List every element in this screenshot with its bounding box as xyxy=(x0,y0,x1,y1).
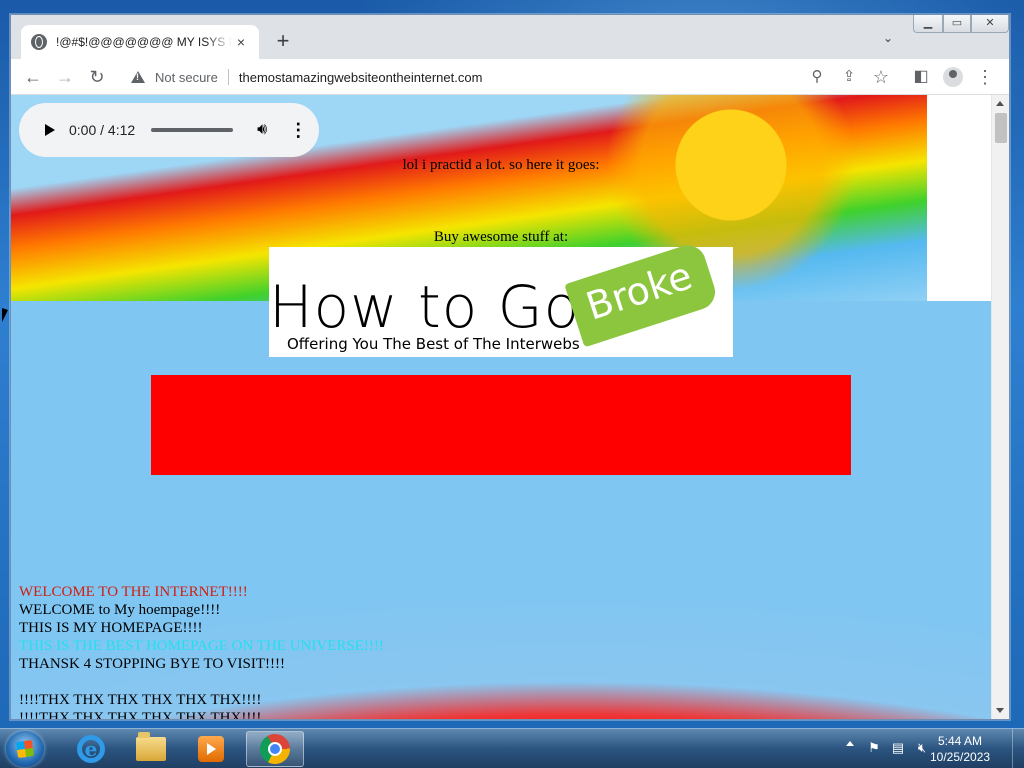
security-label[interactable]: Not secure xyxy=(155,70,218,85)
show-desktop-button[interactable] xyxy=(1012,729,1024,768)
red-banner xyxy=(151,375,851,475)
volume-icon[interactable]: 🔊︎ xyxy=(257,121,267,139)
taskbar-media-player[interactable] xyxy=(182,731,240,767)
star-icon[interactable]: ☆ xyxy=(869,65,893,89)
internet-explorer-icon: e xyxy=(77,735,105,763)
audio-time: 0:00 / 4:12 xyxy=(69,122,136,138)
maximize-button[interactable]: ▭ xyxy=(943,15,971,33)
network-icon[interactable]: ▤ xyxy=(890,741,906,755)
scroll-up-icon[interactable] xyxy=(996,101,1004,106)
close-icon: ✕ xyxy=(985,17,995,29)
audio-options-icon[interactable]: ⋮ xyxy=(289,120,307,141)
reload-icon[interactable]: ↻ xyxy=(85,65,109,89)
logo-main-text: How to Go xyxy=(269,273,581,341)
browser-toolbar: ← → ↻ Not secure themostamazingwebsiteon… xyxy=(11,59,1009,95)
taskbar-explorer[interactable] xyxy=(122,731,180,767)
globe-icon xyxy=(31,34,47,50)
welcome-line: THIS IS MY HOMEPAGE!!!! xyxy=(19,619,384,637)
tab-search-chevron-icon[interactable]: ⌄ xyxy=(883,31,893,45)
file-explorer-icon xyxy=(136,732,166,761)
page-viewport: 0:00 / 4:12 🔊︎ ⋮ lol i practid a lot. so… xyxy=(11,95,991,719)
scroll-down-icon[interactable] xyxy=(996,708,1004,713)
play-icon[interactable] xyxy=(45,124,55,136)
minimize-button[interactable]: ▁ xyxy=(913,15,943,33)
url-text[interactable]: themostamazingwebsiteontheinternet.com xyxy=(239,70,483,85)
address-bar[interactable]: Not secure themostamazingwebsiteontheint… xyxy=(121,63,901,91)
search-icon[interactable]: ⚲ xyxy=(805,65,829,89)
maximize-icon: ▭ xyxy=(951,17,963,29)
taskbar-ie[interactable]: e xyxy=(62,731,120,767)
how-to-go-broke-logo[interactable]: How to Go Broke Offering You The Best of… xyxy=(269,240,733,357)
profile-avatar-icon[interactable] xyxy=(943,67,963,87)
tab-active[interactable]: !@#$!@@@@@@@ MY ISYS PR × xyxy=(21,25,259,59)
volume-muted-icon[interactable]: 🔇︎ xyxy=(914,741,930,755)
forward-arrow-icon[interactable]: → xyxy=(53,65,77,89)
tab-title: !@#$!@@@@@@@ MY ISYS PR xyxy=(56,35,232,49)
menu-kebab-icon[interactable]: ⋮ xyxy=(973,65,997,89)
new-tab-button[interactable]: + xyxy=(271,29,295,53)
back-arrow-icon[interactable]: ← xyxy=(21,65,45,89)
omnibox-divider xyxy=(227,69,229,85)
logo-subtitle: Offering You The Best of The Interwebs xyxy=(287,335,580,353)
welcome-line xyxy=(19,673,384,691)
buy-text: Buy awesome stuff at: xyxy=(433,229,569,245)
clock-time: 5:44 AM xyxy=(937,734,983,748)
welcome-line: WELCOME TO THE INTERNET!!!! xyxy=(19,584,248,600)
scroll-thumb[interactable] xyxy=(995,113,1007,143)
share-icon[interactable]: ⇪ xyxy=(837,65,861,89)
taskbar-chrome[interactable] xyxy=(246,731,304,767)
welcome-line-part: THIS IS MY HOMEPAGE!!!! xyxy=(19,620,203,636)
action-center-flag-icon[interactable]: ⚑ xyxy=(866,741,882,755)
welcome-line: WELCOME to My hoempage!!!! xyxy=(19,602,221,618)
welcome-line: THIS IS THE BEST HOMEPAGE ON THE UNIVERS… xyxy=(19,638,384,654)
tab-strip: !@#$!@@@@@@@ MY ISYS PR × + ⌄ ▁ ▭ ✕ xyxy=(11,15,1009,59)
start-button[interactable] xyxy=(6,731,44,767)
audio-seek-bar[interactable] xyxy=(151,128,234,132)
welcome-line: !!!!THX THX THX THX THX THX!!!! xyxy=(19,692,262,708)
welcome-line: !!!!THX THX THX THX THX THX!!!! xyxy=(19,710,262,719)
side-panel-icon[interactable]: ◧ xyxy=(909,65,933,89)
taskbar-clock[interactable]: 5:44 AM 10/25/2023 xyxy=(930,733,990,765)
welcome-lines: WELCOME TO THE INTERNET!!!! WELCOME to M… xyxy=(19,583,384,719)
audio-player[interactable]: 0:00 / 4:12 🔊︎ ⋮ xyxy=(19,103,319,157)
taskbar: e ⚑ ▤ 🔇︎ 5:44 AM 10/25/2023 xyxy=(0,728,1024,768)
welcome-line: THANSK 4 STOPPING BYE TO VISIT!!!! xyxy=(19,656,285,672)
vertical-scrollbar[interactable] xyxy=(991,95,1009,719)
tab-close-icon[interactable]: × xyxy=(233,34,249,50)
show-hidden-icons-icon[interactable] xyxy=(846,741,854,746)
chrome-icon xyxy=(260,734,290,764)
minimize-icon: ▁ xyxy=(923,17,933,29)
warning-icon xyxy=(131,71,145,83)
media-player-icon xyxy=(198,736,224,762)
close-window-button[interactable]: ✕ xyxy=(971,15,1009,33)
clock-date: 10/25/2023 xyxy=(930,750,991,764)
browser-window: !@#$!@@@@@@@ MY ISYS PR × + ⌄ ▁ ▭ ✕ ← → … xyxy=(10,14,1010,720)
intro-text: lol i practid a lot. so here it goes: xyxy=(402,157,600,173)
mouse-cursor-icon xyxy=(2,308,8,322)
